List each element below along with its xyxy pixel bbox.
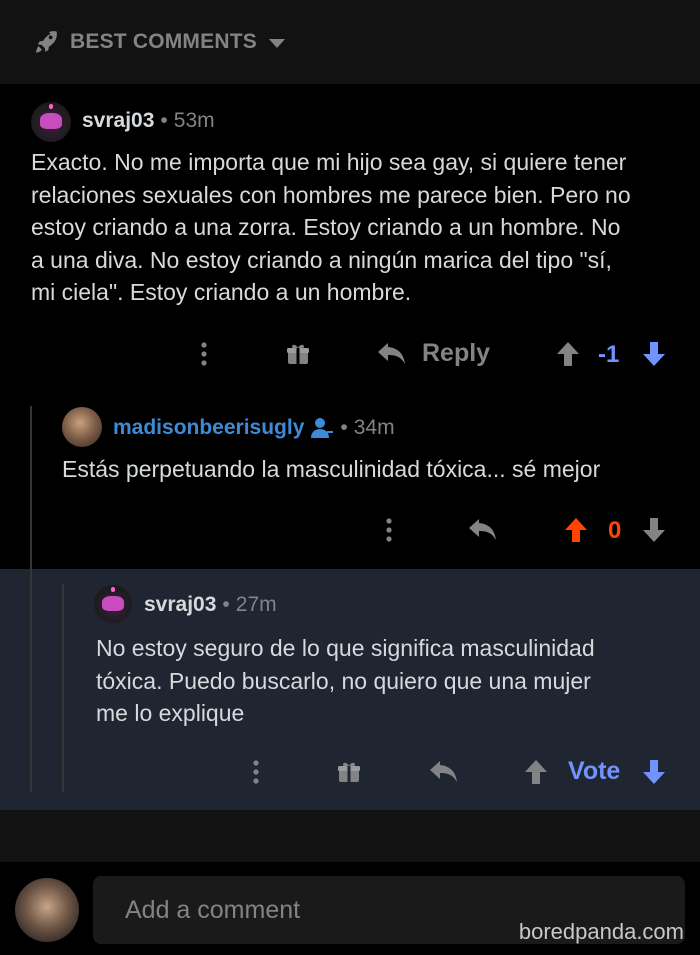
vote-button[interactable]: Vote (568, 757, 620, 786)
sort-bar[interactable]: BEST COMMENTS (0, 0, 700, 84)
comment-line: Estás perpetuando la masculinidad tóxica… (62, 456, 601, 482)
divider (0, 810, 700, 862)
avatar[interactable] (31, 102, 71, 142)
reply-icon[interactable] (467, 516, 499, 544)
watermark: boredpanda.com (518, 919, 684, 944)
gift-icon[interactable] (285, 341, 311, 367)
comment-line: mi ciela". Estoy criando a un hombre. (31, 279, 412, 305)
more-icon[interactable] (248, 758, 264, 786)
comment-line: estoy criando a una zorra. Estoy criando… (31, 214, 621, 240)
downvote-arrow-icon[interactable] (640, 516, 668, 544)
thread-line[interactable] (30, 406, 32, 792)
username[interactable]: svraj03 (144, 593, 216, 617)
separator-dot: • (222, 593, 230, 616)
comment-line: relaciones sexuales con hombres me parec… (31, 181, 631, 208)
username[interactable]: svraj03 (82, 109, 154, 133)
reply-button[interactable]: Reply (422, 339, 490, 368)
more-icon[interactable] (196, 340, 212, 368)
downvote-arrow-icon[interactable] (640, 758, 668, 786)
reply-icon[interactable] (376, 340, 408, 368)
downvote-arrow-icon[interactable] (640, 340, 668, 368)
more-icon[interactable] (381, 516, 397, 544)
comment-meta: madisonbeerisugly • 34m (113, 416, 395, 440)
vote-score: 0 (608, 517, 622, 544)
vote-score: -1 (598, 341, 620, 368)
separator-dot: • (160, 109, 168, 132)
comment-actions: Vote (0, 754, 700, 790)
comment-meta: svraj03 • 27m (144, 593, 277, 617)
comment-line: me lo explique (96, 700, 245, 726)
upvote-arrow-icon[interactable] (562, 516, 590, 544)
username[interactable]: madisonbeerisugly (113, 416, 304, 440)
comment-line: Exacto. No me importa que mi hijo sea ga… (31, 149, 627, 175)
comment-meta: svraj03 • 53m (82, 109, 215, 133)
comment-line: a una diva. No estoy criando a ningún ma… (31, 246, 612, 273)
upvote-arrow-icon[interactable] (554, 340, 582, 368)
current-user-avatar[interactable] (15, 878, 79, 942)
timestamp: 27m (235, 593, 277, 616)
upvote-arrow-icon[interactable] (522, 758, 550, 786)
op-user-icon (311, 418, 334, 438)
timestamp: 53m (173, 109, 215, 132)
separator-dot: • (340, 416, 348, 439)
reply-icon[interactable] (428, 758, 460, 786)
chevron-down-icon (268, 38, 285, 48)
comment-line: tóxica. Puedo buscarlo, no quiero que un… (96, 667, 591, 694)
comment-line: No estoy seguro de lo que significa masc… (96, 635, 595, 661)
avatar[interactable] (62, 407, 102, 447)
timestamp: 34m (353, 416, 395, 439)
comment-body: No estoy seguro de lo que significa masc… (96, 632, 686, 730)
rocket-icon (36, 31, 57, 53)
avatar[interactable] (94, 585, 132, 623)
comment-actions: 0 (0, 512, 700, 548)
comment-body: Estás perpetuando la masculinidad tóxica… (62, 453, 682, 486)
comment-actions: Reply -1 (0, 336, 700, 372)
add-comment-placeholder: Add a comment (125, 895, 301, 924)
sort-label: BEST COMMENTS (70, 30, 257, 53)
gift-icon[interactable] (336, 759, 362, 785)
comment-body: Exacto. No me importa que mi hijo sea ga… (31, 146, 681, 309)
